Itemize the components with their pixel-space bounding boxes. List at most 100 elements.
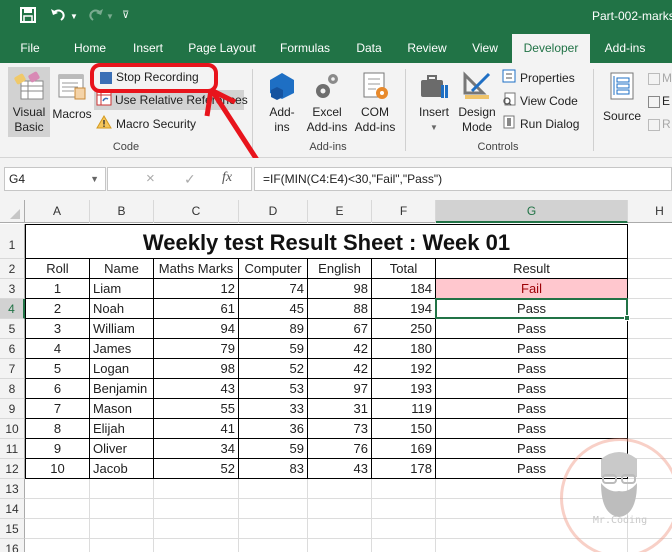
undo-icon[interactable] [50, 7, 68, 27]
undo-dropdown-icon[interactable]: ▼ [70, 12, 78, 21]
row-header[interactable]: 12 [0, 459, 25, 479]
table-cell-maths[interactable]: 43 [154, 379, 239, 399]
column-header-a[interactable]: A [25, 200, 90, 223]
cell[interactable] [628, 399, 672, 419]
column-header-cell[interactable]: Maths Marks [154, 259, 239, 279]
insert-control-button[interactable]: Insert ▼ [414, 67, 454, 137]
cell[interactable] [628, 339, 672, 359]
cell[interactable] [628, 259, 672, 279]
row-header[interactable]: 13 [0, 479, 25, 499]
tab-review[interactable]: Review [402, 34, 452, 63]
table-cell-total[interactable]: 194 [372, 299, 436, 319]
select-all-button[interactable] [0, 200, 25, 223]
row-header[interactable]: 10 [0, 419, 25, 439]
table-cell-result[interactable]: Pass [436, 379, 628, 399]
visual-basic-button[interactable]: Visual Basic [8, 67, 50, 137]
cell[interactable] [90, 499, 154, 519]
table-cell-result[interactable]: Pass [436, 339, 628, 359]
cell[interactable] [628, 419, 672, 439]
column-header-cell[interactable]: Roll [25, 259, 90, 279]
row-header[interactable]: 5 [0, 319, 25, 339]
table-cell-name[interactable]: Elijah [90, 419, 154, 439]
table-cell-roll[interactable]: 1 [25, 279, 90, 299]
table-cell-total[interactable]: 192 [372, 359, 436, 379]
column-header-c[interactable]: C [154, 200, 239, 223]
column-header-b[interactable]: B [90, 200, 154, 223]
tab-data[interactable]: Data [350, 34, 388, 63]
table-cell-roll[interactable]: 5 [25, 359, 90, 379]
cell[interactable] [372, 539, 436, 552]
row-header[interactable]: 2 [0, 259, 25, 279]
table-cell-english[interactable]: 97 [308, 379, 372, 399]
cell[interactable] [239, 539, 308, 552]
table-cell-total[interactable]: 150 [372, 419, 436, 439]
column-header-g[interactable]: G [436, 200, 628, 223]
table-cell-computer[interactable]: 89 [239, 319, 308, 339]
cell[interactable] [308, 539, 372, 552]
row-header[interactable]: 11 [0, 439, 25, 459]
table-cell-name[interactable]: Oliver [90, 439, 154, 459]
table-cell-roll[interactable]: 9 [25, 439, 90, 459]
table-cell-english[interactable]: 43 [308, 459, 372, 479]
table-cell-name[interactable]: William [90, 319, 154, 339]
row-header[interactable]: 14 [0, 499, 25, 519]
tab-add-ins[interactable]: Add-ins [598, 34, 652, 63]
table-cell-name[interactable]: Benjamin [90, 379, 154, 399]
cell[interactable] [628, 224, 672, 259]
table-cell-computer[interactable]: 59 [239, 439, 308, 459]
cell[interactable] [308, 499, 372, 519]
table-cell-name[interactable]: Jacob [90, 459, 154, 479]
view-code-button[interactable]: View Code [502, 91, 578, 111]
table-cell-result[interactable]: Pass [436, 319, 628, 339]
table-cell-english[interactable]: 31 [308, 399, 372, 419]
table-cell-english[interactable]: 73 [308, 419, 372, 439]
table-cell-result[interactable]: Pass [436, 299, 628, 319]
table-cell-computer[interactable]: 74 [239, 279, 308, 299]
table-cell-maths[interactable]: 61 [154, 299, 239, 319]
column-header-cell[interactable]: Result [436, 259, 628, 279]
tab-developer[interactable]: Developer [512, 34, 590, 63]
table-cell-maths[interactable]: 52 [154, 459, 239, 479]
cell[interactable] [372, 499, 436, 519]
table-cell-computer[interactable]: 59 [239, 339, 308, 359]
table-cell-total[interactable]: 169 [372, 439, 436, 459]
table-cell-name[interactable]: Noah [90, 299, 154, 319]
table-cell-result[interactable]: Pass [436, 399, 628, 419]
row-header[interactable]: 6 [0, 339, 25, 359]
table-cell-roll[interactable]: 2 [25, 299, 90, 319]
excel-add-ins-button[interactable]: Excel Add-ins [304, 67, 350, 137]
formula-input[interactable]: =IF(MIN(C4:E4)<30,"Fail","Pass") [254, 167, 672, 191]
row-header[interactable]: 7 [0, 359, 25, 379]
column-header-d[interactable]: D [239, 200, 308, 223]
table-cell-computer[interactable]: 83 [239, 459, 308, 479]
tab-insert[interactable]: Insert [126, 34, 170, 63]
row-header[interactable]: 4 [0, 299, 25, 319]
table-cell-total[interactable]: 193 [372, 379, 436, 399]
table-cell-computer[interactable]: 36 [239, 419, 308, 439]
row-header[interactable]: 16 [0, 539, 25, 552]
table-cell-english[interactable]: 67 [308, 319, 372, 339]
table-cell-name[interactable]: James [90, 339, 154, 359]
table-cell-roll[interactable]: 6 [25, 379, 90, 399]
tab-page-layout[interactable]: Page Layout [182, 34, 262, 63]
table-cell-total[interactable]: 119 [372, 399, 436, 419]
save-icon[interactable] [20, 7, 36, 27]
cell[interactable] [25, 539, 90, 552]
row-header[interactable]: 9 [0, 399, 25, 419]
com-add-ins-button[interactable]: COM Add-ins [352, 67, 398, 137]
cell[interactable] [372, 519, 436, 539]
cell[interactable] [628, 319, 672, 339]
insert-function-icon[interactable]: fx [222, 170, 232, 186]
expansion-packs-button[interactable]: E [648, 91, 670, 111]
cell[interactable] [239, 519, 308, 539]
table-cell-english[interactable]: 42 [308, 359, 372, 379]
tab-home[interactable]: Home [66, 34, 114, 63]
row-header[interactable]: 3 [0, 279, 25, 299]
cell[interactable] [154, 479, 239, 499]
run-dialog-button[interactable]: Run Dialog [502, 114, 579, 134]
table-cell-computer[interactable]: 52 [239, 359, 308, 379]
table-cell-result[interactable]: Fail [436, 279, 628, 299]
table-cell-roll[interactable]: 3 [25, 319, 90, 339]
table-cell-roll[interactable]: 7 [25, 399, 90, 419]
column-header-f[interactable]: F [372, 200, 436, 223]
